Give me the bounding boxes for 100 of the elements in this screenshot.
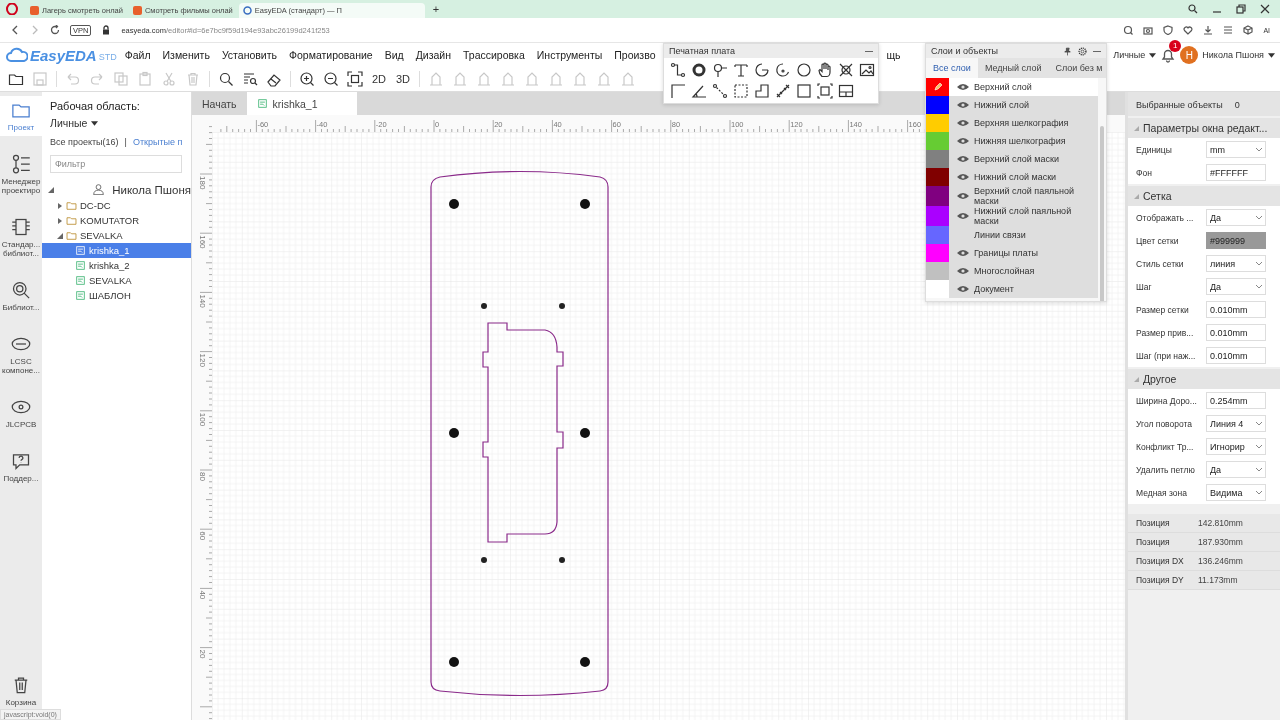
sidebar-item[interactable]: Проект (0, 96, 42, 136)
workspace-select[interactable]: Личные (50, 117, 88, 129)
chevron-down-icon[interactable] (1256, 467, 1262, 472)
restore-icon[interactable] (1236, 4, 1246, 14)
find-list-icon[interactable] (242, 71, 258, 87)
mounting-hole[interactable] (449, 199, 459, 209)
menu-item[interactable]: Инструменты (530, 49, 609, 61)
layer-row[interactable]: Нижний слой паяльной маски (926, 206, 1098, 226)
caret-icon[interactable] (91, 120, 99, 126)
group-icon[interactable] (817, 83, 833, 99)
camera-icon[interactable] (1143, 25, 1154, 35)
tree-item[interactable]: SEVALKA (42, 273, 191, 288)
caret-icon[interactable] (1268, 52, 1275, 58)
minimize-icon[interactable] (865, 50, 873, 52)
mounting-hole[interactable] (580, 428, 590, 438)
mounting-hole[interactable] (449, 428, 459, 438)
section-title[interactable]: Другое (1143, 373, 1177, 385)
mounting-hole[interactable] (449, 657, 459, 667)
layer-color-swatch[interactable] (926, 206, 949, 226)
crosshair-icon[interactable] (838, 62, 854, 78)
eye-icon[interactable] (957, 249, 969, 257)
layer-color-swatch[interactable] (926, 168, 949, 186)
sidebar-item[interactable]: Менеджер проектиро (0, 150, 42, 199)
mounting-hole[interactable] (580, 657, 590, 667)
chevron-down-icon[interactable] (1256, 490, 1262, 495)
eye-icon[interactable] (957, 119, 969, 127)
layer-color-swatch[interactable] (926, 186, 949, 206)
chevron-down-icon[interactable] (1256, 421, 1262, 426)
layer-tab[interactable]: Слои без м (1048, 58, 1106, 78)
close-icon[interactable] (1260, 4, 1270, 14)
new-tab-button[interactable]: + (432, 3, 440, 15)
image-icon[interactable] (859, 62, 875, 78)
search-icon[interactable] (1123, 25, 1134, 35)
track-icon[interactable] (670, 62, 686, 78)
select-field[interactable]: Видима (1206, 484, 1266, 501)
chevron-down-icon[interactable] (1256, 215, 1262, 220)
caret-icon[interactable] (1149, 52, 1157, 58)
layer-color-swatch[interactable] (926, 150, 949, 168)
shield-icon[interactable] (1163, 25, 1174, 35)
tree-item[interactable]: krishka_2 (42, 258, 191, 273)
select-field[interactable]: Игнорир (1206, 438, 1266, 455)
mounting-hole[interactable] (580, 199, 590, 209)
layer-row[interactable]: Границы платы (926, 244, 1098, 262)
back-icon[interactable] (10, 25, 20, 35)
input-field[interactable]: 0.010mm (1206, 347, 1266, 364)
select-field[interactable]: линия (1206, 255, 1266, 272)
layer-color-swatch[interactable] (926, 244, 949, 262)
polygon-icon[interactable] (754, 83, 770, 99)
view-mode-button[interactable]: 3D (395, 73, 411, 85)
eye-icon[interactable] (957, 83, 969, 91)
eye-icon[interactable] (957, 212, 969, 220)
small-pad[interactable] (559, 557, 565, 563)
layer-color-swatch[interactable] (926, 280, 949, 298)
pin-icon[interactable] (1063, 46, 1072, 56)
square-icon[interactable] (796, 83, 812, 99)
expanded-arrow-icon[interactable] (48, 186, 54, 193)
corner-icon[interactable] (670, 83, 686, 99)
sidebar-item[interactable]: Библиот... (0, 276, 42, 316)
eye-icon[interactable] (957, 137, 969, 145)
tree-item[interactable]: Никола Пшоня (42, 181, 191, 198)
sidebar-item[interactable]: Поддер... (0, 447, 42, 487)
section-title[interactable]: Сетка (1143, 190, 1172, 202)
menu-item[interactable]: Файл (118, 49, 157, 61)
layer-row[interactable]: Нижний слой (926, 96, 1098, 114)
scrollbar[interactable] (1100, 126, 1104, 301)
collapsed-arrow-icon[interactable] (57, 202, 63, 209)
input-field[interactable]: 0.254mm (1206, 392, 1266, 409)
chevron-down-icon[interactable] (1256, 147, 1262, 152)
menu-item[interactable]: Дизайн (409, 49, 457, 61)
layer-tab[interactable]: Медный слой (977, 58, 1049, 78)
zoom-out-icon[interactable] (323, 71, 339, 87)
minimize-icon[interactable] (1093, 50, 1101, 52)
layer-row[interactable]: Нижняя шелкография (926, 132, 1098, 150)
eye-icon[interactable] (957, 173, 969, 181)
layer-row[interactable]: Линии связи (926, 226, 1098, 244)
menu-item[interactable]: Установить (215, 49, 284, 61)
all-projects-tab[interactable]: Все проекты(16) (50, 137, 119, 147)
cutout-outline[interactable] (482, 322, 564, 543)
select-field[interactable]: Да (1206, 461, 1266, 478)
panel-icon[interactable] (838, 83, 854, 99)
color-field[interactable]: #999999 (1206, 232, 1266, 249)
layer-row[interactable]: Многослойная (926, 262, 1098, 280)
angle-icon[interactable] (691, 83, 707, 99)
layer-color-swatch[interactable] (926, 96, 949, 114)
eye-icon[interactable] (957, 155, 969, 163)
input-field[interactable]: 0.010mm (1206, 324, 1266, 341)
hand-icon[interactable] (817, 62, 833, 78)
bell-icon[interactable] (1160, 47, 1177, 63)
sidebar-item[interactable]: LCSC компоне... (0, 330, 42, 379)
select-field[interactable]: Да (1206, 209, 1266, 226)
select-field[interactable]: Да (1206, 278, 1266, 295)
eye-icon[interactable] (957, 101, 969, 109)
layer-color-swatch[interactable] (926, 262, 949, 280)
tree-item[interactable]: SEVALKA (42, 228, 191, 243)
pin-icon[interactable] (712, 62, 728, 78)
workspace-menu[interactable]: Личные (1113, 50, 1146, 60)
expanded-arrow-icon[interactable] (57, 232, 63, 239)
tree-item[interactable]: krishka_1 (42, 243, 191, 258)
layer-color-swatch[interactable] (926, 114, 949, 132)
dotted-line-icon[interactable] (712, 83, 728, 99)
